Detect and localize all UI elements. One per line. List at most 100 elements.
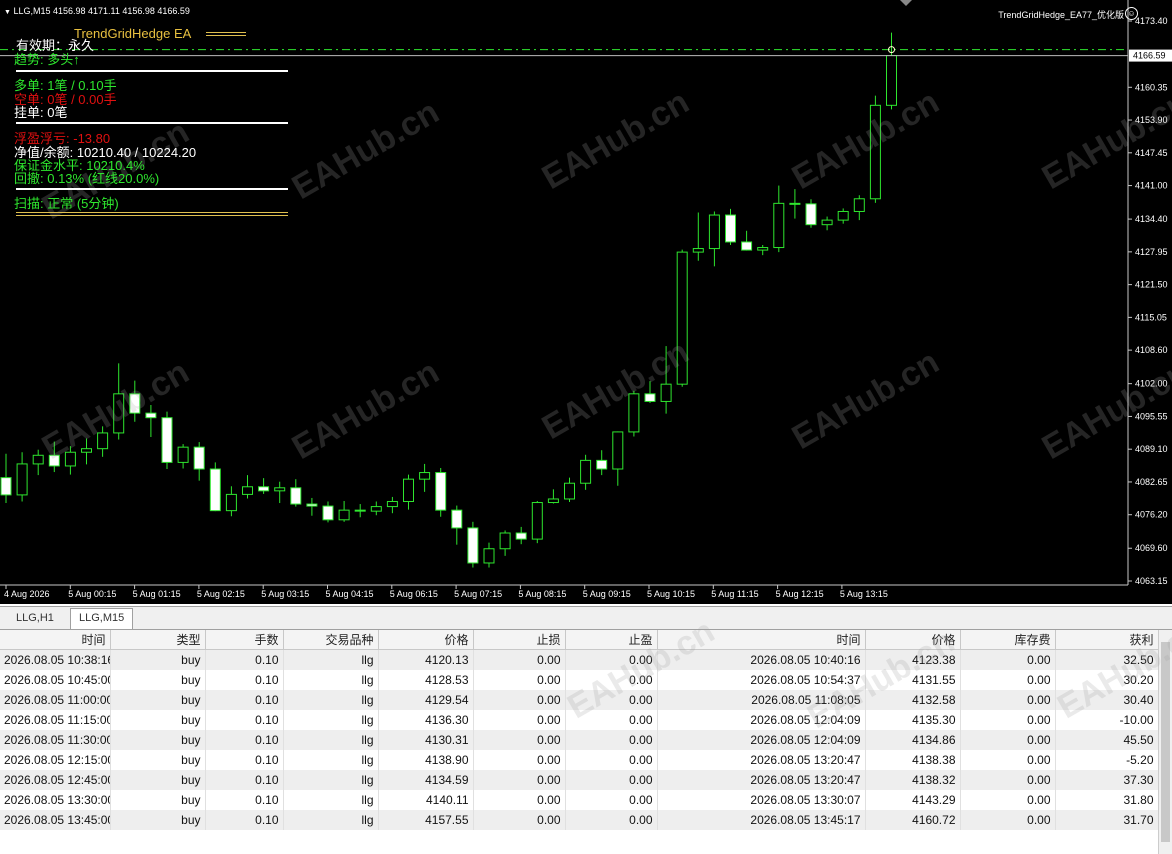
table-cell: 31.70 [1055, 810, 1158, 830]
column-header[interactable]: 时间 [0, 630, 111, 650]
column-header[interactable]: 时间 [657, 630, 866, 650]
table-cell: 0.00 [473, 750, 566, 770]
table-cell: buy [110, 770, 206, 790]
column-header[interactable]: 获利 [1055, 630, 1158, 650]
ea-name-label: TrendGridHedge_EA77_优化版 [998, 10, 1124, 20]
table-cell: 0.10 [205, 690, 284, 710]
symbol-ohlc: LLG,M15 4156.98 4171.11 4156.98 4166.59 [13, 6, 190, 16]
table-cell: 0.00 [960, 790, 1056, 810]
price-tick-label: 4141.00 [1135, 181, 1168, 191]
trade-history-table: 时间 类型 手数 交易品种 价格 止损 止盈 时间 价格 库存费 获利 2026.08.05 10:… [0, 630, 1158, 854]
price-tick-label: 4089.10 [1135, 444, 1168, 454]
table-row[interactable]: 2026.08.05 12:15:00 buy 0.10 llg 4138.90 0.00… [0, 750, 1158, 770]
table-cell: 4131.55 [865, 670, 961, 690]
time-tick-label: 5 Aug 01:15 [133, 589, 181, 599]
table-cell: 2026.08.05 13:45:17 [657, 810, 866, 830]
candle-body [274, 487, 286, 492]
table-cell: 2026.08.05 12:15:00 [0, 750, 111, 770]
table-cell: 2026.08.05 13:20:47 [657, 770, 866, 790]
table-row[interactable]: 2026.08.05 10:45:00 buy 0.10 llg 4128.53 0.00… [0, 670, 1158, 690]
time-tick-label: 5 Aug 07:15 [454, 589, 502, 599]
scrollbar-thumb[interactable] [1161, 642, 1170, 842]
table-cell: 2026.08.05 12:04:09 [657, 710, 866, 730]
candle-body [564, 482, 575, 500]
candle-body [596, 459, 608, 470]
expand-arrow-icon[interactable] [900, 0, 912, 6]
column-header[interactable]: 价格 [865, 630, 961, 650]
table-cell: llg [283, 670, 379, 690]
table-cell: 2026.08.05 11:00:00 [0, 690, 111, 710]
table-cell: 30.40 [1055, 690, 1158, 710]
time-tick-label: 5 Aug 10:15 [647, 589, 695, 599]
table-cell: 2026.08.05 13:30:07 [657, 790, 866, 810]
time-tick-label: 5 Aug 12:15 [776, 589, 824, 599]
dropdown-triangle-icon[interactable]: ▼ [4, 9, 11, 16]
column-header[interactable]: 止盈 [565, 630, 658, 650]
table-cell: buy [110, 710, 206, 730]
table-cell: 0.00 [473, 710, 566, 730]
candle-body [177, 446, 189, 463]
tab-llg-h1[interactable]: LLG,H1 [8, 609, 62, 627]
table-cell: 0.10 [205, 730, 284, 750]
table-row[interactable]: 2026.08.05 11:15:00 buy 0.10 llg 4136.30 0.00… [0, 710, 1158, 730]
table-cell: 4157.55 [378, 810, 474, 830]
column-header[interactable]: 类型 [110, 630, 206, 650]
candle-body [258, 486, 270, 492]
candle-body [725, 214, 736, 243]
table-row[interactable]: 2026.08.05 12:45:00 buy 0.10 llg 4134.59 0.00… [0, 770, 1158, 790]
scan-status-label: 扫描: 正常 (5分钟) [14, 196, 119, 211]
column-header[interactable]: 库存费 [960, 630, 1056, 650]
table-cell: 2026.08.05 11:08:05 [657, 690, 866, 710]
time-tick-label: 5 Aug 09:15 [583, 589, 631, 599]
price-tick-label: 4108.60 [1135, 345, 1168, 355]
price-tick-label: 4082.65 [1135, 477, 1168, 487]
table-cell: 0.00 [960, 690, 1056, 710]
table-cell: 2026.08.05 10:40:16 [657, 649, 866, 670]
chart-tab-bar: LLG,H1 LLG,M15 [0, 606, 1172, 630]
table-cell: buy [110, 670, 206, 690]
candle-body [322, 505, 334, 521]
chart-canvas[interactable]: 4173.404160.354153.904147.454141.004134.… [0, 0, 1172, 604]
table-cell: 2026.08.05 13:30:00 [0, 790, 111, 810]
panel-divider [16, 188, 288, 190]
tab-llg-m15[interactable]: LLG,M15 [70, 608, 134, 629]
time-tick-label: 5 Aug 03:15 [261, 589, 309, 599]
candle-body [741, 241, 753, 251]
table-row[interactable]: 2026.08.05 13:45:00 buy 0.10 llg 4157.55 0.00… [0, 810, 1158, 830]
candle-body [612, 431, 624, 470]
candle-body [580, 459, 592, 484]
table-row[interactable]: 2026.08.05 11:00:00 buy 0.10 llg 4129.54 0.00… [0, 690, 1158, 710]
candle-body [435, 472, 447, 511]
candle-body [515, 532, 527, 540]
table-cell: 0.00 [565, 730, 658, 750]
candle-body [531, 502, 543, 540]
table-cell: 4143.29 [865, 790, 961, 810]
vertical-scrollbar[interactable] [1158, 630, 1172, 854]
time-tick-label: 5 Aug 00:15 [68, 589, 116, 599]
table-cell: 0.00 [960, 649, 1056, 670]
table-cell: 4132.58 [865, 690, 961, 710]
table-cell: buy [110, 750, 206, 770]
candle-body [290, 487, 302, 505]
table-cell: 0.00 [473, 690, 566, 710]
column-header[interactable]: 止损 [473, 630, 566, 650]
candle-body [483, 548, 495, 564]
column-header[interactable]: 交易品种 [283, 630, 379, 650]
table-cell: llg [283, 710, 379, 730]
column-header[interactable]: 价格 [378, 630, 474, 650]
table-cell: 0.00 [960, 750, 1056, 770]
candle-body [386, 501, 398, 508]
panel-rule [16, 215, 288, 216]
smiley-icon[interactable]: ☺ [1125, 7, 1138, 20]
candle-body [306, 503, 318, 507]
price-tick-label: 4134.40 [1135, 214, 1168, 224]
price-chart[interactable]: 4173.40 4160.35 4153.90 4147.45 4141.00 4134.… [0, 0, 1172, 604]
table-row[interactable]: 2026.08.05 10:38:16 buy 0.10 llg 4120.13 0.00… [0, 649, 1158, 670]
table-row[interactable]: 2026.08.05 13:30:00 buy 0.10 llg 4140.11 0.00… [0, 790, 1158, 810]
column-header[interactable]: 手数 [205, 630, 284, 650]
price-tick-label: 4063.15 [1135, 576, 1168, 586]
candle-body [692, 248, 704, 253]
candle-body [805, 203, 817, 226]
table-row[interactable]: 2026.08.05 11:30:00 buy 0.10 llg 4130.31 0.00… [0, 730, 1158, 750]
table-cell: 4128.53 [378, 670, 474, 690]
